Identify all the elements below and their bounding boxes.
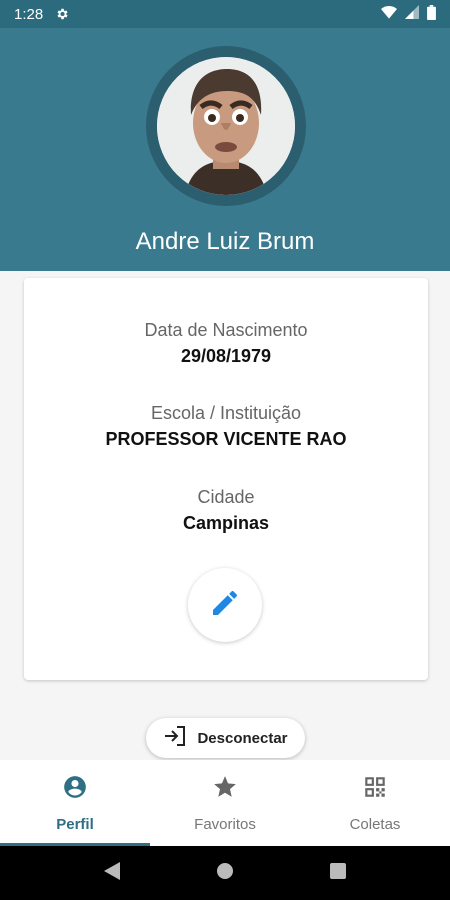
city-value: Campinas [182, 513, 270, 533]
birthdate-label: Data de Nascimento [144, 320, 308, 340]
battery-icon [427, 4, 436, 24]
tab-label: Perfil [56, 816, 94, 833]
tab-coletas[interactable]: Coletas [300, 760, 450, 846]
qr-code-icon [362, 774, 388, 804]
logout-label: Desconectar [197, 729, 288, 747]
bottom-navigation: Perfil Favoritos Coletas [0, 760, 450, 846]
settings-icon [55, 7, 69, 21]
city-field: Cidade Campinas [24, 487, 428, 534]
school-value: PROFESSOR VICENTE RAO [105, 429, 347, 449]
tab-label: Favoritos [194, 816, 256, 833]
home-icon[interactable] [216, 862, 234, 884]
pencil-icon [209, 587, 241, 623]
status-bar: 1:28 [0, 0, 450, 28]
birthdate-value: 29/08/1979 [180, 346, 272, 366]
account-circle-icon [62, 774, 88, 804]
school-field: Escola / Instituição PROFESSOR VICENTE R… [24, 403, 428, 450]
status-time: 1:28 [14, 5, 44, 23]
birthdate-field: Data de Nascimento 29/08/1979 [24, 320, 428, 367]
tab-favoritos[interactable]: Favoritos [150, 760, 300, 846]
logout-icon [163, 725, 187, 751]
profile-header: Andre Luiz Brum [0, 28, 450, 271]
signal-icon [405, 5, 419, 23]
tab-perfil[interactable]: Perfil [0, 760, 150, 846]
profile-name: Andre Luiz Brum [135, 228, 315, 255]
avatar-ring [146, 46, 306, 206]
star-icon [212, 774, 238, 804]
edit-profile-button[interactable] [188, 568, 262, 642]
tab-label: Coletas [349, 816, 401, 833]
logout-button[interactable]: Desconectar [146, 718, 305, 758]
recents-icon[interactable] [330, 863, 346, 883]
system-navigation-bar [0, 846, 450, 900]
school-label: Escola / Instituição [150, 403, 302, 423]
back-icon[interactable] [104, 862, 120, 884]
avatar [157, 57, 295, 195]
profile-details-card: Data de Nascimento 29/08/1979 Escola / I… [24, 278, 428, 680]
wifi-icon [381, 5, 397, 23]
city-label: Cidade [197, 487, 255, 507]
